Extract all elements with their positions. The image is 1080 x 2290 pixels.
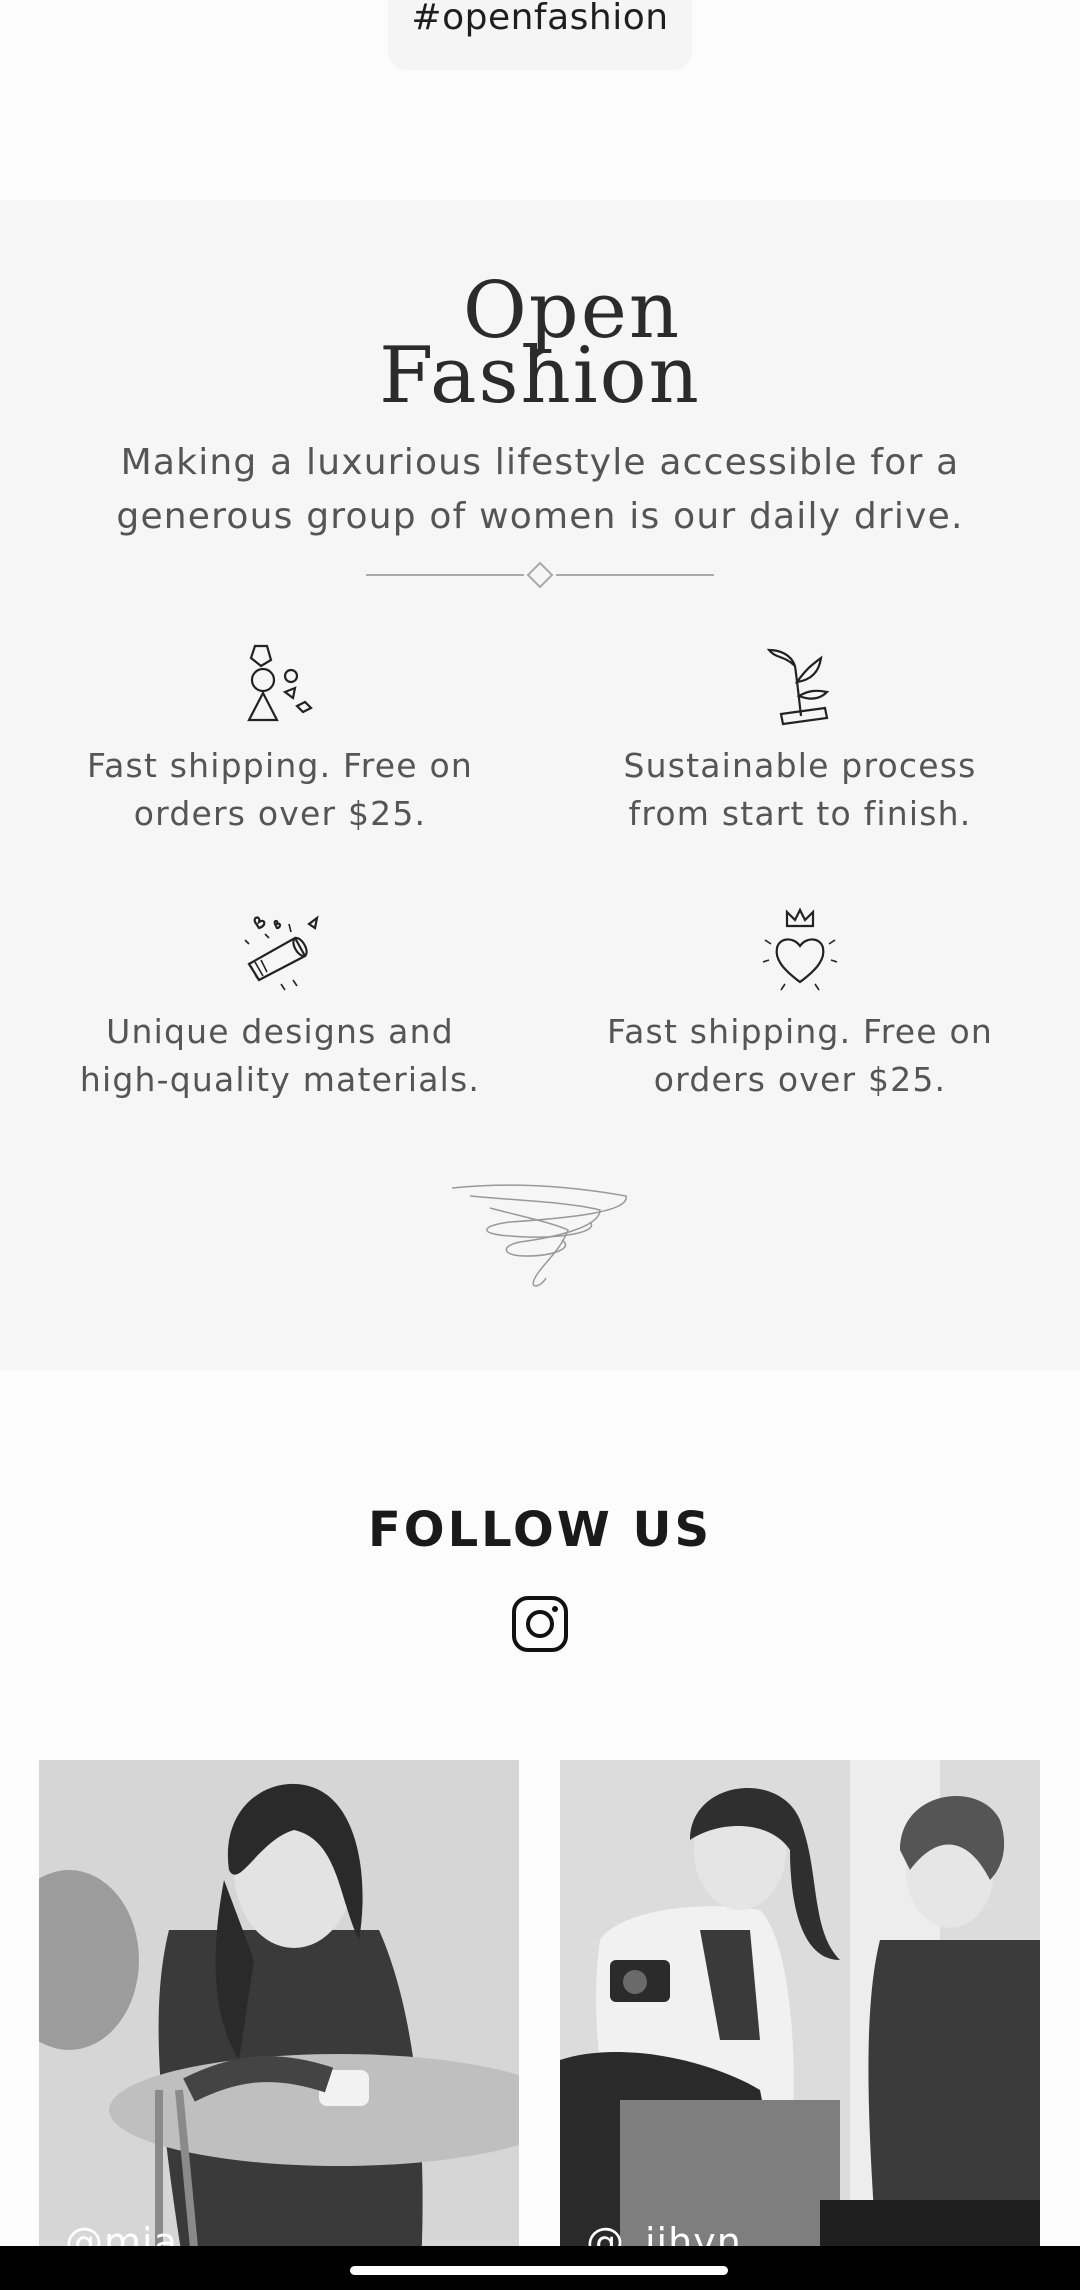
sparkle-icon: ✦: [528, 342, 545, 366]
hashtag-chip[interactable]: #openfashion: [388, 0, 692, 70]
brand-tagline: Making a luxurious lifestyle accessible …: [116, 442, 964, 537]
woman-with-cup-photo: [39, 1760, 519, 2290]
about-section: Open Fashion ✦ Making a luxurious lifest…: [0, 200, 1080, 1370]
feature-designs: Unique designs and high-quality material…: [30, 904, 530, 1104]
confetti-popper-icon: [244, 915, 319, 991]
friends-with-camera-photo: [560, 1760, 1040, 2290]
flourish-ornament: [451, 1184, 627, 1287]
plant-icon: [766, 648, 830, 726]
feature-text: Sustainable process from start to finish…: [623, 746, 977, 833]
feature-sustainable: Sustainable process from start to finish…: [550, 638, 1050, 838]
system-navigation-bar: [0, 2246, 1080, 2290]
divider-ornament: [366, 561, 714, 589]
instagram-post[interactable]: @mia: [39, 1760, 519, 2290]
brand-logo: Open Fashion ✦: [0, 272, 1080, 415]
crowned-heart-icon: [762, 907, 838, 991]
hashtag-label: #openfashion: [411, 0, 669, 38]
shapes-icon: [247, 644, 313, 722]
instagram-post[interactable]: @_jihyn: [560, 1760, 1040, 2290]
feature-text: Fast shipping. Free on orders over $25.: [606, 1012, 993, 1099]
feature-text: Unique designs and high-quality material…: [79, 1012, 481, 1099]
instagram-icon[interactable]: [510, 1594, 570, 1654]
feature-shipping: Fast shipping. Free on orders over $25.: [30, 638, 530, 838]
home-indicator[interactable]: [350, 2266, 728, 2275]
feature-text: Fast shipping. Free on orders over $25.: [86, 746, 473, 833]
follow-us-heading: FOLLOW US: [367, 1502, 713, 1558]
feature-shipping-2: Fast shipping. Free on orders over $25.: [550, 904, 1050, 1104]
